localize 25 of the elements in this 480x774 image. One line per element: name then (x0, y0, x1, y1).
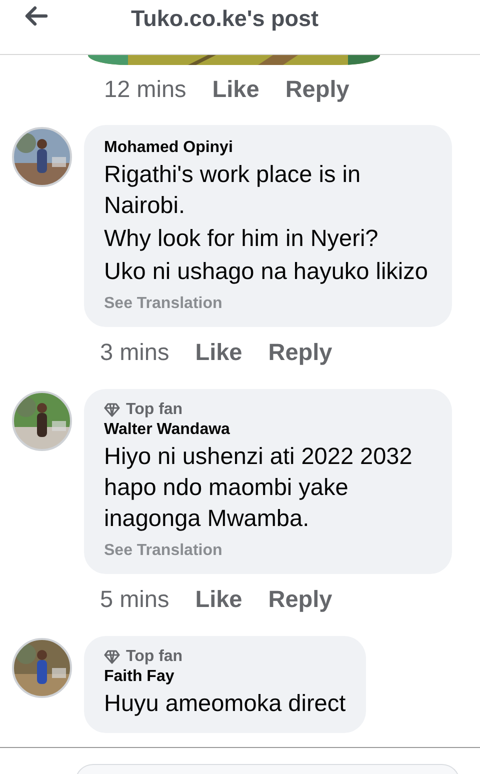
comment-text: Why look for him in Nyeri? (104, 224, 380, 253)
comment-time: 5 mins (100, 586, 170, 612)
comment-time: 3 mins (100, 338, 170, 366)
comment-time: 12 mins (104, 76, 186, 102)
page-title: Tuko.co.ke's post (131, 6, 318, 32)
comment-text: Huyu ameomoka direct (104, 689, 346, 718)
comment-text: Rigathi's work place is in Nairobi. (104, 160, 362, 220)
reply-link[interactable]: Reply (268, 338, 332, 366)
author-name[interactable]: Mohamed Opinyi (104, 139, 432, 157)
comment-text: Hiyo ni ushenzi ati 2022 2032 hapo ndo maombi yake inagonga Mwamba. (104, 442, 414, 533)
comment-text: Uko ni ushago na hayuko likizo (104, 257, 429, 286)
top-fan-label: Top fan (126, 648, 183, 666)
like-link[interactable]: Like (212, 76, 260, 102)
reply-link[interactable]: Reply (285, 76, 350, 102)
author-name[interactable]: Walter Wandawa (104, 421, 432, 439)
like-link[interactable]: Like (195, 586, 242, 612)
like-link[interactable]: Like (195, 338, 242, 366)
diamond-icon (104, 403, 120, 417)
see-translation-link[interactable]: See Translation (104, 295, 432, 313)
diamond-icon (104, 650, 120, 664)
back-icon[interactable] (23, 6, 49, 26)
reply-link[interactable]: Reply (268, 586, 332, 612)
author-name[interactable]: Faith Fay (104, 668, 346, 686)
top-fan-label: Top fan (126, 401, 183, 419)
see-translation-link[interactable]: See Translation (104, 542, 432, 560)
